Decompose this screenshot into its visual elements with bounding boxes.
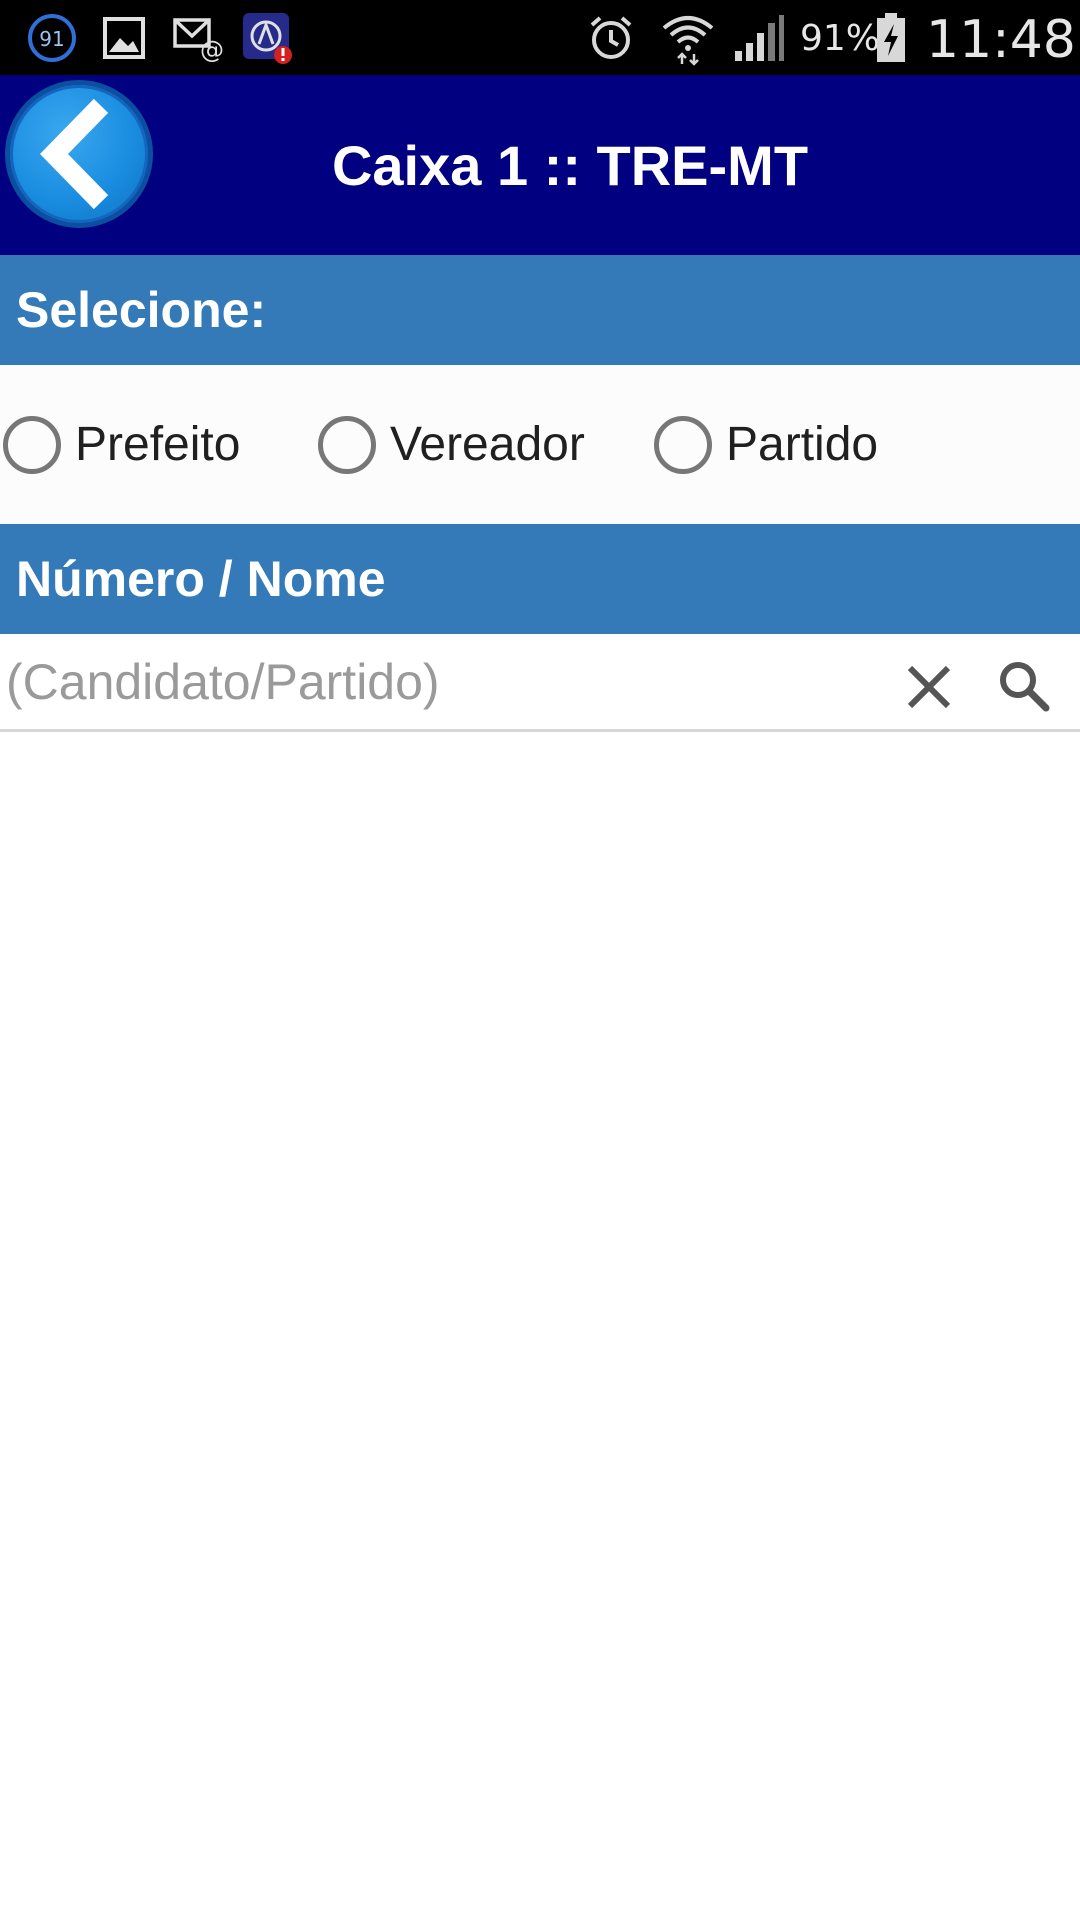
clock: 11:48: [926, 10, 1076, 70]
select-section-header: Selecione:: [0, 255, 1080, 365]
candidate-type-radio-group: Prefeito Vereador Partido: [0, 365, 1080, 524]
notification-count: 91: [39, 27, 64, 51]
chevron-left-icon: [40, 98, 109, 210]
search-button[interactable]: [992, 654, 1056, 718]
svg-text:@: @: [200, 36, 224, 62]
notification-count-icon: 91: [24, 10, 80, 66]
search-input[interactable]: [6, 640, 866, 724]
page-title: Caixa 1 :: TRE-MT: [331, 133, 809, 197]
radio-label-prefeito: Prefeito: [75, 418, 241, 471]
search-section-label: Número / Nome: [16, 551, 386, 607]
battery-charging-icon: [873, 10, 909, 66]
alarm-icon: [585, 10, 637, 66]
radio-label-vereador: Vereador: [390, 418, 585, 471]
clear-button[interactable]: [898, 656, 960, 718]
select-section-label: Selecione:: [16, 282, 267, 338]
radio-button[interactable]: [654, 415, 712, 474]
signal-icon: [733, 10, 785, 66]
radio-prefeito[interactable]: Prefeito: [3, 365, 240, 524]
app-alert-icon: [240, 10, 296, 66]
radio-button[interactable]: [3, 415, 61, 474]
results-area: [0, 732, 1080, 1920]
radio-button[interactable]: [318, 415, 376, 474]
email-icon: @: [172, 10, 224, 66]
close-icon: [907, 665, 951, 709]
radio-vereador[interactable]: Vereador: [318, 365, 585, 524]
status-bar: 91 @ 91% 11:48: [0, 0, 1080, 75]
search-bar: [0, 634, 1080, 732]
gallery-icon: [100, 10, 148, 66]
search-section-header: Número / Nome: [0, 524, 1080, 634]
app-header: Caixa 1 :: TRE-MT: [0, 75, 1080, 255]
search-icon: [1000, 662, 1050, 712]
battery-percent: 91%: [800, 18, 881, 59]
wifi-icon: [660, 10, 716, 66]
radio-label-partido: Partido: [726, 418, 879, 471]
radio-partido[interactable]: Partido: [654, 365, 878, 524]
back-button[interactable]: [5, 80, 153, 228]
